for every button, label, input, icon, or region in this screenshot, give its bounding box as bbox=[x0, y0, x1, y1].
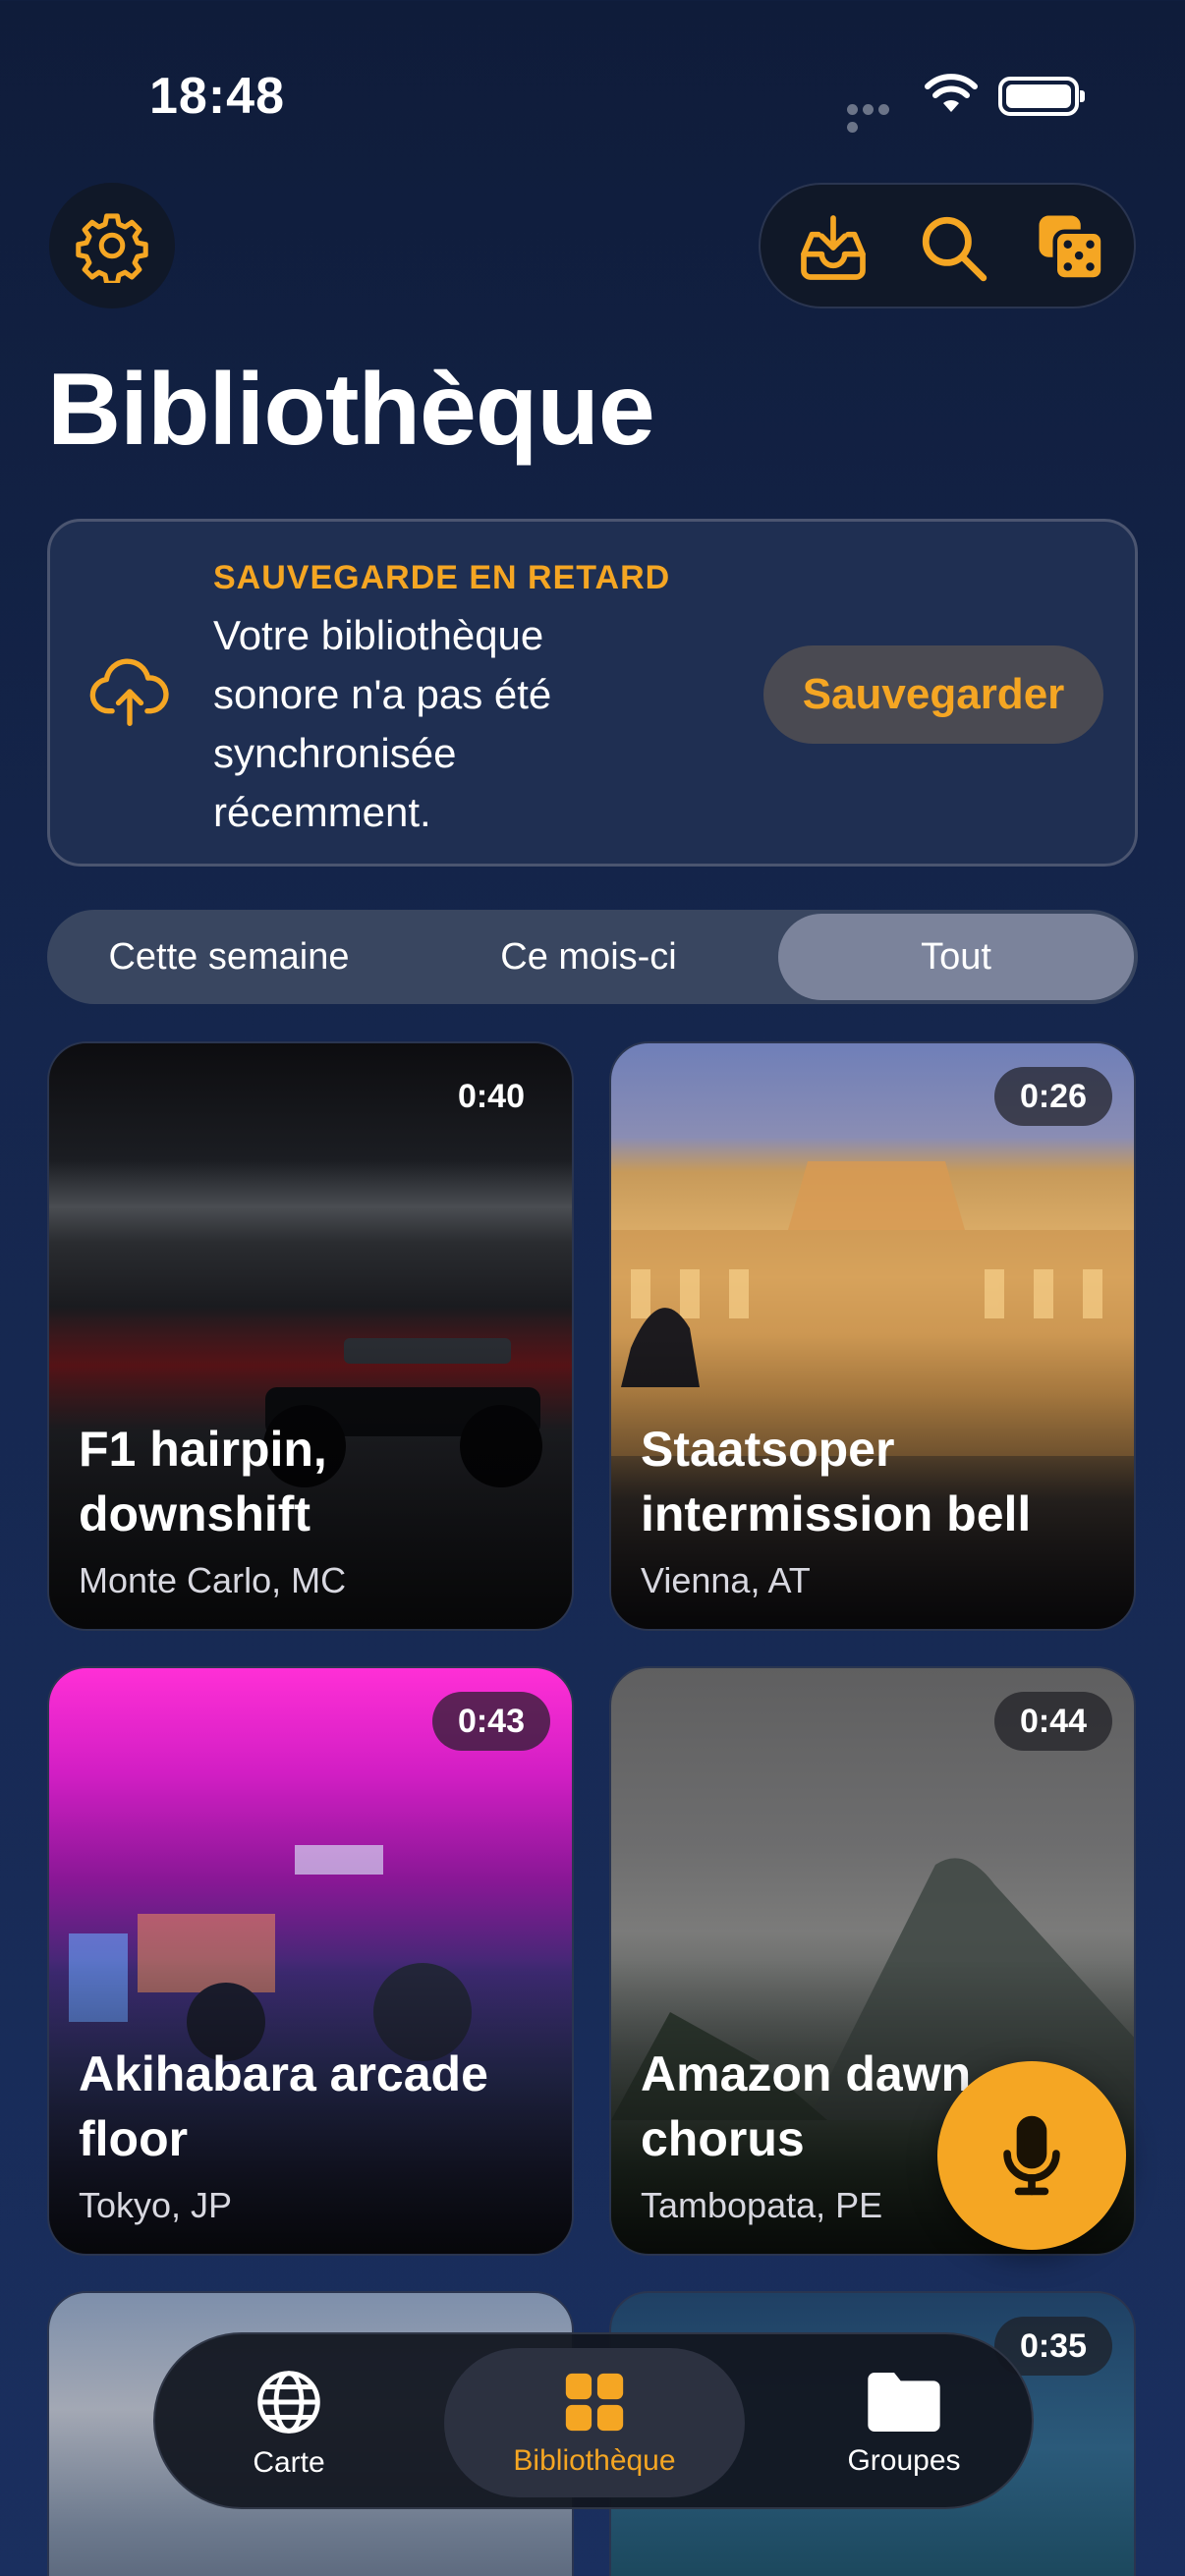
search-icon bbox=[922, 216, 988, 282]
backup-button[interactable]: Sauvegarder bbox=[763, 645, 1103, 744]
card-location: Vienna, AT bbox=[641, 1560, 811, 1600]
card-location: Monte Carlo, MC bbox=[79, 1560, 347, 1600]
banner-eyebrow: SAUVEGARDE EN RETARD bbox=[213, 559, 671, 596]
duration-badge: 0:26 bbox=[993, 1067, 1112, 1126]
time-filter: Cette semaine Ce mois-ci Tout bbox=[47, 910, 1138, 1004]
card-title: Staatsoper intermission bell bbox=[641, 1422, 1032, 1541]
banner-message: Votre bibliothèque sonore n'a pas été sy… bbox=[213, 612, 552, 835]
page-title: Bibliothèque bbox=[47, 353, 655, 467]
duration-badge: 0:44 bbox=[993, 1692, 1112, 1751]
recording-card[interactable]: 0:40 F1 hairpin, downshift Monte Carlo, … bbox=[47, 1041, 574, 1631]
recording-card[interactable]: 0:26 Staatsoper intermission bell Vienna… bbox=[609, 1041, 1136, 1631]
settings-button[interactable] bbox=[49, 183, 175, 308]
battery-icon bbox=[998, 77, 1085, 116]
recording-card[interactable]: 0:43 Akihabara arcade floor Tokyo, JP bbox=[47, 1666, 574, 2256]
card-title: Akihabara arcade floor bbox=[79, 2046, 488, 2166]
wifi-icon bbox=[925, 74, 978, 112]
tab-bar: Carte Bibliothèque Groupes bbox=[153, 2332, 1034, 2509]
tab-groups[interactable]: Groupes bbox=[796, 2348, 1012, 2497]
search-button[interactable] bbox=[914, 208, 992, 287]
card-location: Tambopata, PE bbox=[641, 2185, 883, 2225]
dice-icon bbox=[1039, 215, 1105, 282]
card-location: Tokyo, JP bbox=[79, 2185, 233, 2225]
tab-map[interactable]: Carte bbox=[191, 2348, 387, 2497]
backup-banner: SAUVEGARDE EN RETARD Votre bibliothèque … bbox=[47, 519, 1138, 867]
status-time: 18:48 bbox=[149, 68, 285, 125]
random-button[interactable] bbox=[1032, 208, 1110, 287]
filter-this-month[interactable]: Ce mois-ci bbox=[407, 914, 770, 1000]
cloud-upload-icon bbox=[89, 658, 169, 726]
status-bar: 18:48 bbox=[0, 0, 1185, 187]
card-title: F1 hairpin, downshift bbox=[79, 1422, 327, 1541]
gear-icon bbox=[76, 213, 148, 283]
duration-badge: 0:43 bbox=[431, 1692, 550, 1751]
filter-all[interactable]: Tout bbox=[778, 914, 1134, 1000]
toolbar-actions bbox=[759, 183, 1136, 308]
import-button[interactable] bbox=[794, 208, 873, 287]
inbox-download-icon bbox=[801, 215, 866, 280]
grid-icon bbox=[565, 2373, 624, 2432]
tab-label: Carte bbox=[253, 2446, 325, 2479]
microphone-icon bbox=[1003, 2115, 1060, 2196]
record-button[interactable] bbox=[937, 2061, 1126, 2250]
folder-icon bbox=[868, 2373, 940, 2432]
tab-label: Groupes bbox=[847, 2444, 961, 2477]
tab-label: Bibliothèque bbox=[513, 2444, 676, 2477]
globe-icon bbox=[257, 2371, 320, 2434]
signal-icon bbox=[847, 102, 908, 133]
duration-badge: 0:40 bbox=[457, 1077, 525, 1115]
tab-library[interactable]: Bibliothèque bbox=[444, 2348, 745, 2497]
filter-this-week[interactable]: Cette semaine bbox=[51, 914, 407, 1000]
